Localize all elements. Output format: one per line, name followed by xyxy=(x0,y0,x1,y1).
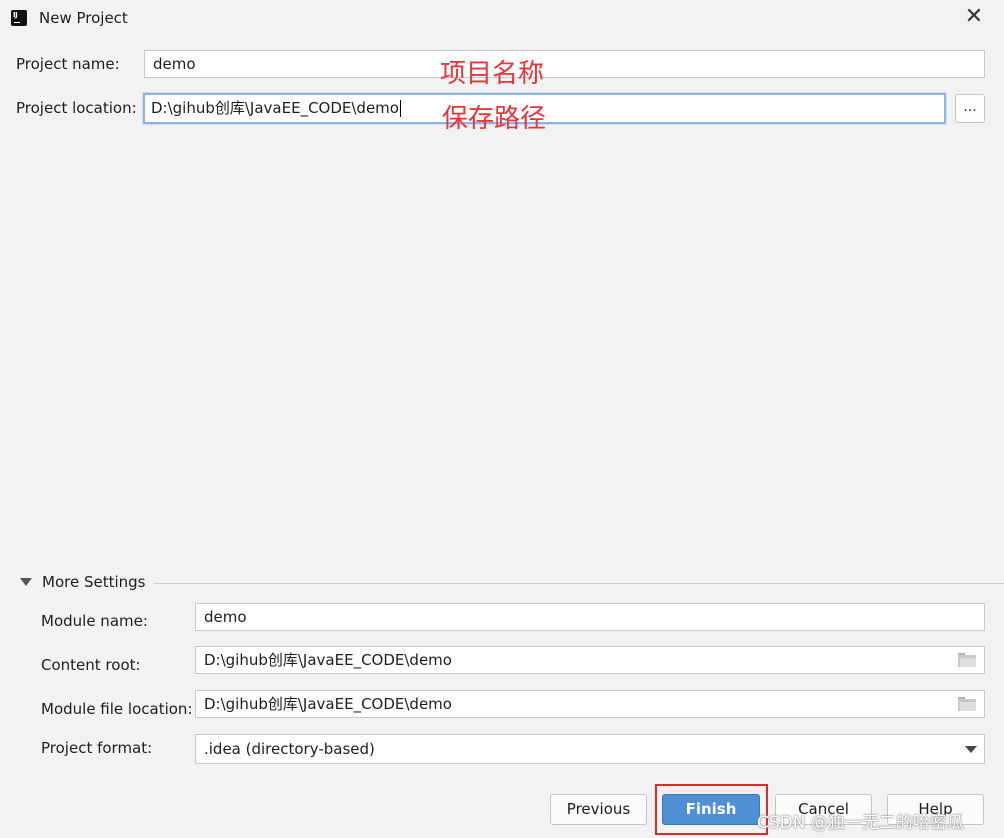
previous-button[interactable]: Previous xyxy=(550,794,647,825)
chevron-down-icon xyxy=(965,746,977,753)
project-name-label: Project name: xyxy=(16,55,120,73)
intellij-idea-icon: IJ xyxy=(11,10,27,26)
annotation-project-name: 项目名称 xyxy=(440,59,545,89)
project-location-label: Project location: xyxy=(16,99,137,117)
watermark: CSDN @独一无二的哈密瓜 xyxy=(757,813,964,833)
more-settings-title: More Settings xyxy=(42,573,146,591)
window-title: New Project xyxy=(39,9,128,27)
divider xyxy=(154,583,1004,584)
project-format-select[interactable]: .idea (directory-based) xyxy=(195,734,985,764)
content-root-label: Content root: xyxy=(41,656,141,674)
content-root-input[interactable]: D:\gihub创库\JavaEE_CODE\demo xyxy=(195,646,985,674)
browse-location-button[interactable]: ... xyxy=(955,94,985,123)
triangle-down-icon xyxy=(20,578,32,586)
close-icon[interactable]: ✕ xyxy=(962,6,986,30)
annotation-save-path: 保存路径 xyxy=(442,104,547,134)
finish-highlight-box xyxy=(655,784,768,835)
folder-icon[interactable] xyxy=(958,697,976,711)
title-bar: IJ New Project ✕ xyxy=(0,0,1004,36)
more-settings-toggle[interactable]: More Settings xyxy=(18,572,1004,594)
module-name-label: Module name: xyxy=(41,612,148,630)
module-name-input[interactable]: demo xyxy=(195,603,985,631)
project-name-input[interactable]: demo xyxy=(144,50,985,78)
project-format-label: Project format: xyxy=(41,739,153,757)
folder-icon[interactable] xyxy=(958,653,976,667)
module-file-location-input[interactable]: D:\gihub创库\JavaEE_CODE\demo xyxy=(195,690,985,718)
module-file-location-label: Module file location: xyxy=(41,700,193,718)
